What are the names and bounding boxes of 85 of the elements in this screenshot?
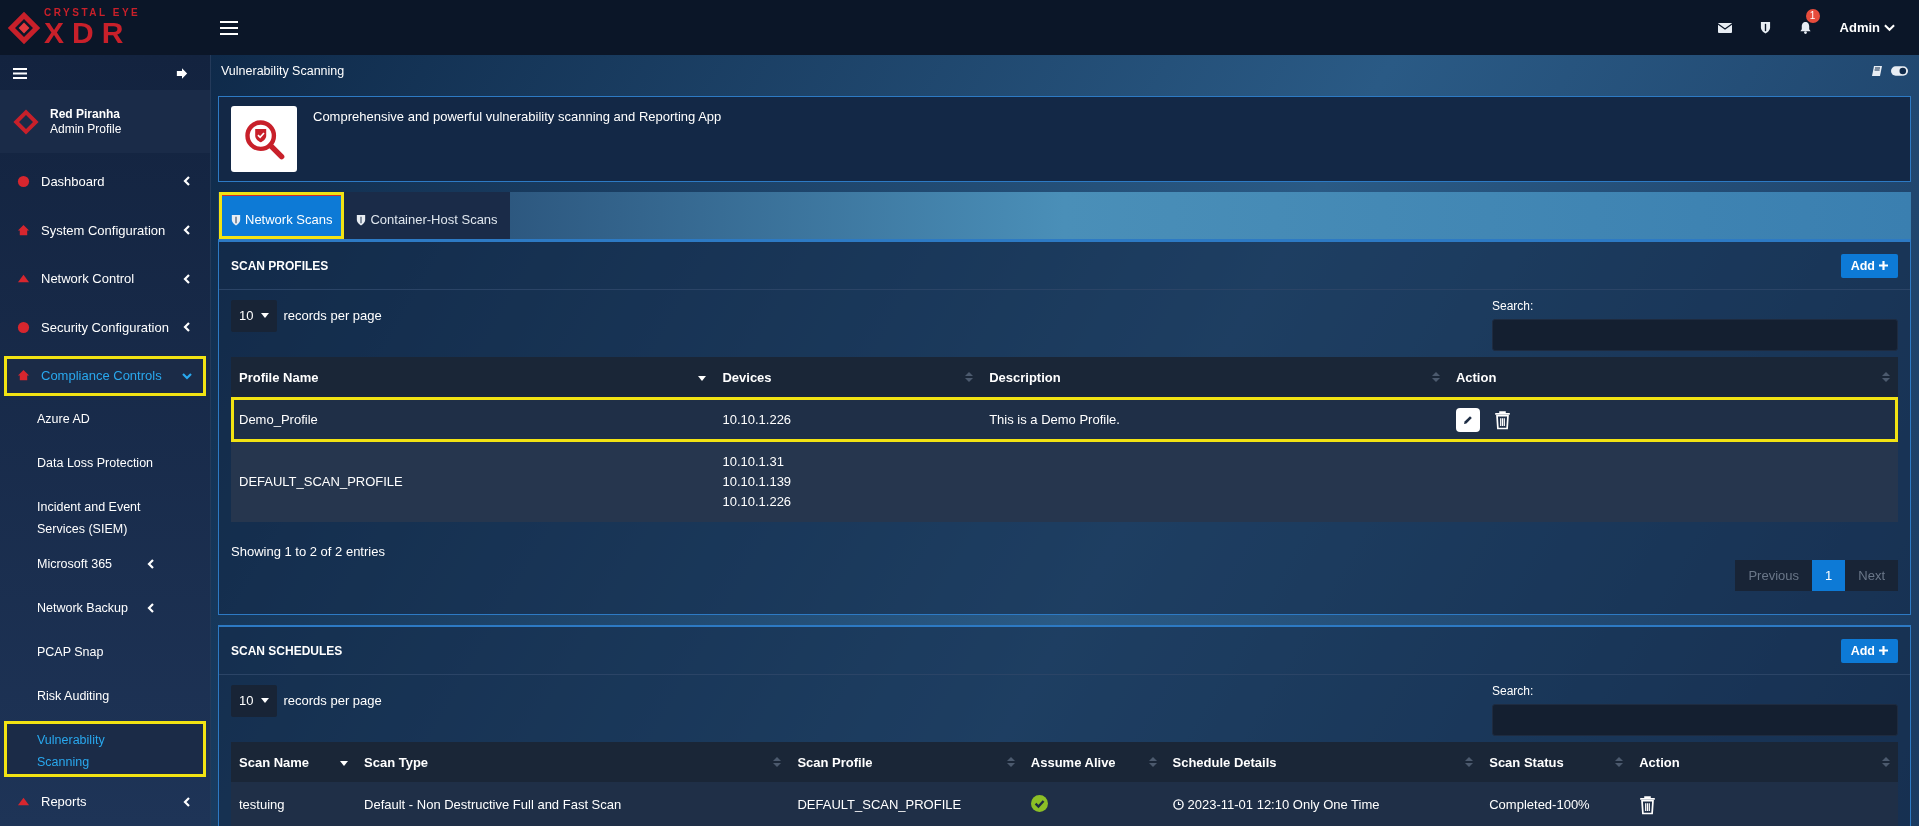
sidebar-subitem[interactable]: Microsoft 365 <box>4 544 206 589</box>
caret-icon <box>261 313 270 318</box>
sidebar-item[interactable]: Network Control <box>4 258 206 299</box>
section-icon <box>17 174 30 188</box>
sidebar-subitem[interactable]: Incident and Event Services (SIEM) <box>4 488 206 545</box>
sidebar-subitem[interactable]: Risk Auditing <box>4 676 206 721</box>
sidebar-subitem[interactable]: Azure AD <box>4 400 206 445</box>
next-button[interactable]: Next <box>1845 560 1898 591</box>
sidebar-subitem[interactable]: Network Backup <box>4 588 206 633</box>
search-field[interactable] <box>1492 319 1898 351</box>
user-menu-button[interactable]: Admin <box>1839 20 1895 35</box>
column-header[interactable]: Scan Profile <box>789 742 1023 782</box>
table-cell-text: 10.10.1.226 <box>722 410 792 429</box>
toggle-icon[interactable] <box>1891 65 1908 76</box>
section-icon <box>17 320 30 334</box>
page-size-label: records per page <box>283 693 382 708</box>
shield-icon[interactable] <box>1759 21 1771 34</box>
column-header[interactable]: Profile Name <box>231 357 715 397</box>
clock-icon <box>1172 799 1184 810</box>
search-label: Search: <box>1492 684 1535 698</box>
add-button[interactable]: Add <box>1840 253 1898 278</box>
menu-icon[interactable] <box>13 68 27 80</box>
trash-icon[interactable] <box>1493 409 1511 430</box>
search-label: Search: <box>1492 299 1535 313</box>
table-cell-text: DEFAULT_SCAN_PROFILE <box>797 795 962 814</box>
brand-name: CRYSTAL EYE <box>44 7 141 18</box>
section-icon <box>17 223 30 237</box>
table-cell-text: 10.10.1.31 10.10.1.139 10.10.1.226 <box>722 453 792 511</box>
add-button[interactable]: Add <box>1840 638 1898 663</box>
table-cell-text: Completed-100% <box>1489 795 1590 814</box>
app-description: Comprehensive and powerful vulnerability scanning and Reporting App <box>313 108 722 126</box>
sidebar-item[interactable]: Reports <box>4 781 206 822</box>
entries-info: Showing 1 to 2 of 2 entries <box>231 544 385 559</box>
trash-icon[interactable] <box>1639 794 1657 815</box>
sidebar-item[interactable]: Dashboard <box>4 161 206 202</box>
logo-icon <box>12 107 40 136</box>
column-header[interactable]: Action <box>1447 357 1898 397</box>
page-title: Vulnerability Scanning <box>221 63 345 78</box>
shield-icon <box>356 213 367 226</box>
table-cell: 2023-11-01 12:10 Only One Time <box>1187 797 1380 812</box>
panel-title: SCAN PROFILES <box>231 258 329 273</box>
table-cell-text: Default - Non Destructive Full and Fast Scan <box>364 795 622 814</box>
organization-name: Red Piranha <box>50 106 122 122</box>
page-button[interactable]: 1 <box>1812 560 1846 591</box>
page-size-select[interactable]: 10 <box>231 684 278 717</box>
column-header[interactable]: Devices <box>714 357 982 397</box>
shield-icon <box>231 213 241 226</box>
search-field[interactable] <box>1492 704 1898 736</box>
edit-button[interactable] <box>1455 407 1480 432</box>
bell-icon[interactable] <box>1798 21 1812 34</box>
column-header[interactable]: Scan Name <box>231 742 356 782</box>
column-header[interactable]: Assume Alive <box>1022 742 1165 782</box>
sidebar-item[interactable]: Compliance Controls <box>4 355 206 397</box>
logout-icon[interactable] <box>176 68 188 80</box>
page-size-label: records per page <box>283 308 382 323</box>
section-icon <box>17 369 30 383</box>
tab[interactable]: Container-Host Scans <box>344 192 510 239</box>
panel-title: SCAN SCHEDULES <box>231 643 343 658</box>
chevron-down-icon <box>1884 23 1895 32</box>
sidebar-item[interactable]: Security Configuration <box>4 306 206 348</box>
column-header[interactable]: Schedule Details <box>1164 742 1482 782</box>
notification-badge: 1 <box>1805 9 1820 23</box>
logo-icon <box>6 9 42 46</box>
book-icon[interactable] <box>1871 64 1883 77</box>
plus-icon <box>1879 646 1888 655</box>
column-header[interactable]: Scan Type <box>356 742 790 782</box>
sidebar-subitem[interactable]: Data Loss Protection <box>4 444 206 489</box>
column-header[interactable]: Description <box>981 357 1448 397</box>
table-cell-text: This is a Demo Profile. <box>989 410 1120 429</box>
app-icon <box>231 106 297 172</box>
table-cell-text: testuing <box>239 795 285 814</box>
profile-name: Admin Profile <box>50 121 122 137</box>
plus-icon <box>1879 261 1888 270</box>
sidebar-subitem[interactable]: PCAP Snap <box>4 632 206 677</box>
sidebar-item[interactable]: System Configuration <box>4 209 206 251</box>
table-cell-text: DEFAULT_SCAN_PROFILE <box>239 473 403 491</box>
column-header[interactable]: Scan Status <box>1481 742 1632 782</box>
column-header[interactable]: Action <box>1631 742 1898 782</box>
tab[interactable]: Network Scans <box>219 192 345 239</box>
page-size-select[interactable]: 10 <box>231 299 278 332</box>
caret-icon <box>261 698 270 703</box>
sidebar-subitem[interactable]: Vulnerability Scanning <box>4 720 206 778</box>
brand-logo-text: XDR <box>44 17 132 48</box>
table-cell-text: Demo_Profile <box>239 410 318 429</box>
mail-icon[interactable] <box>1717 22 1732 33</box>
